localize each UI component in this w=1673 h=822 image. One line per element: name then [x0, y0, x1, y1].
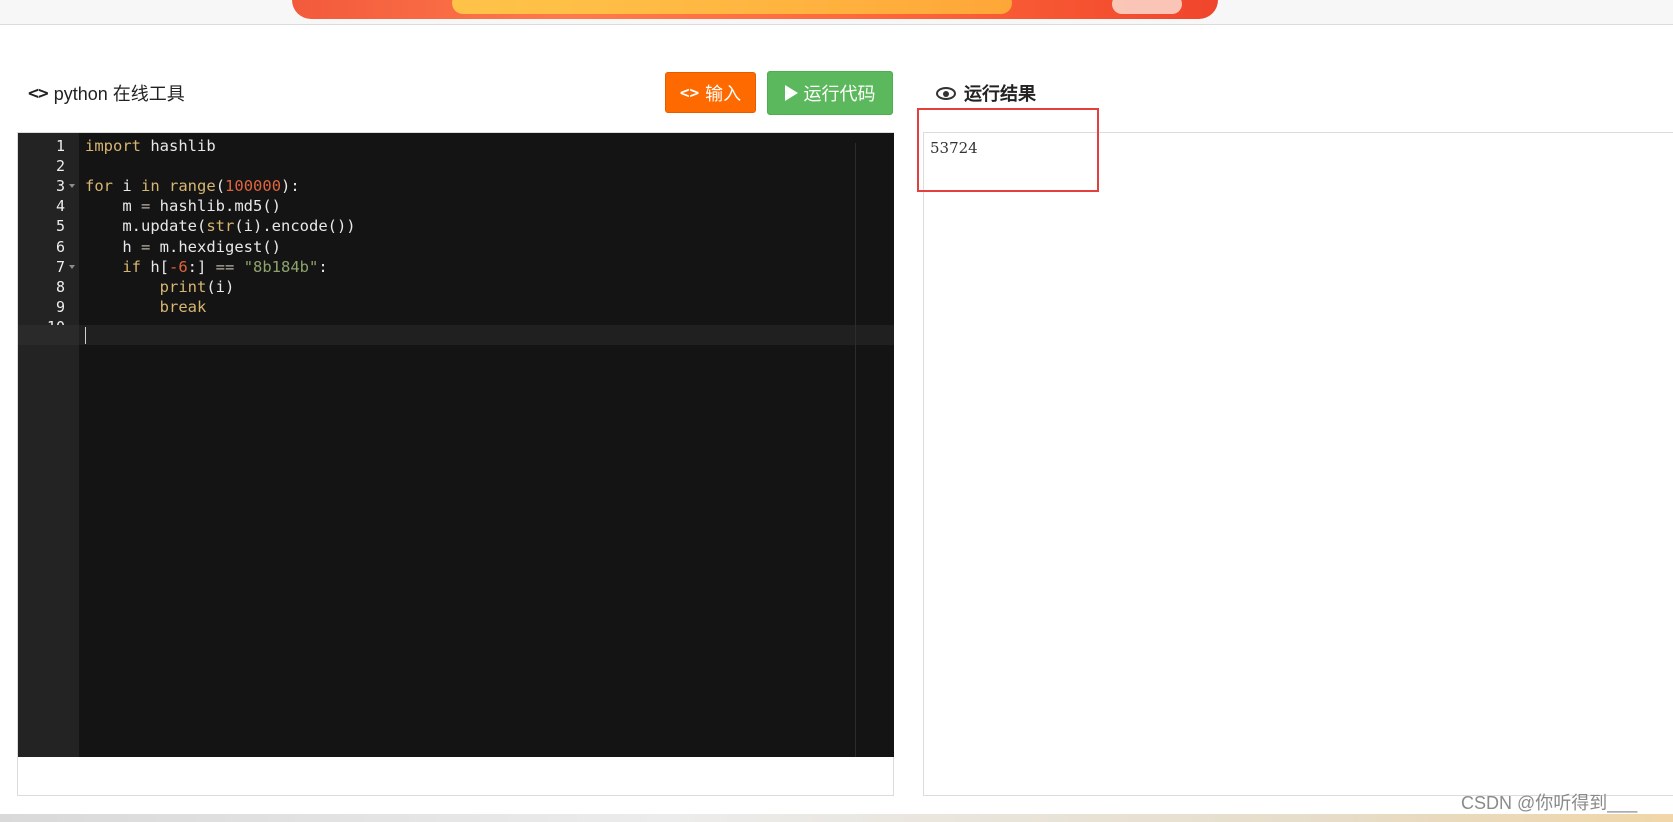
- code-token: m: [85, 197, 141, 216]
- code-token: 100000: [225, 177, 282, 196]
- line-number-gutter: 12345678910: [18, 133, 79, 757]
- code-token: m.update(: [85, 217, 207, 236]
- result-panel: [923, 132, 1673, 796]
- top-banner-strip: [0, 0, 1673, 25]
- code-line: import hashlib: [85, 136, 216, 156]
- code-token: range: [169, 177, 216, 196]
- fold-arrow-icon[interactable]: [69, 264, 75, 269]
- code-token: :]: [187, 257, 216, 276]
- code-token: ==: [215, 257, 235, 276]
- tool-title: <> python 在线工具: [28, 81, 185, 105]
- eye-icon: [936, 86, 956, 100]
- code-token: (: [215, 177, 226, 196]
- tool-title-text: python 在线工具: [53, 84, 185, 104]
- code-token: hashlib: [141, 137, 216, 155]
- line-number: 7: [55, 257, 65, 276]
- code-token: :: [318, 257, 328, 276]
- code-token: (i).encode()): [234, 217, 356, 236]
- text-cursor: [85, 327, 86, 344]
- input-button[interactable]: <> 输入: [665, 72, 756, 113]
- code-token: import: [85, 137, 141, 155]
- code-token: if: [122, 257, 141, 276]
- advertisement-banner[interactable]: [292, 0, 1218, 19]
- line-number: 1: [55, 137, 65, 155]
- code-token: "8b184b": [243, 257, 319, 276]
- annotation-highlight-box: [917, 108, 1099, 192]
- code-line: m = hashlib.md5(): [85, 196, 281, 216]
- code-token: break: [159, 297, 207, 316]
- code-token: h: [85, 237, 141, 256]
- line-number: 6: [55, 237, 65, 256]
- banner-graphic: [452, 0, 1012, 14]
- code-token: ):: [281, 177, 300, 196]
- line-number: 5: [55, 217, 65, 236]
- code-token: hashlib.md5(): [150, 197, 281, 216]
- line-number: 2: [55, 157, 65, 176]
- result-title: 运行结果: [936, 81, 1036, 105]
- run-code-button[interactable]: 运行代码: [767, 71, 893, 115]
- code-token: =: [141, 237, 151, 256]
- line-number: 9: [55, 297, 65, 316]
- code-line: h = m.hexdigest(): [85, 237, 281, 257]
- active-line-highlight: [79, 325, 894, 345]
- line-number: 3: [55, 177, 65, 196]
- result-title-text: 运行结果: [964, 84, 1036, 104]
- banner-graphic-right: [1112, 0, 1182, 14]
- code-editor-container: 12345678910 import hashlibfor i in range…: [17, 132, 894, 796]
- code-token: i: [113, 177, 141, 196]
- active-line-gutter: [18, 325, 79, 345]
- fold-arrow-icon[interactable]: [69, 184, 75, 189]
- code-line: print(i): [85, 277, 235, 297]
- code-line: for i in range(100000):: [85, 176, 300, 196]
- code-token: for: [85, 177, 113, 196]
- code-token: =: [141, 197, 151, 216]
- code-token: in: [141, 177, 160, 196]
- code-brackets-icon: <>: [28, 82, 49, 104]
- code-line: if h[-6:] == "8b184b":: [85, 257, 328, 277]
- code-line: m.update(str(i).encode()): [85, 216, 356, 236]
- line-number: 8: [55, 277, 65, 296]
- code-token: -6: [169, 257, 188, 276]
- code-token: m.hexdigest(): [150, 237, 281, 256]
- watermark: CSDN @你听得到___: [1461, 793, 1638, 813]
- line-number: 4: [55, 197, 65, 216]
- code-brackets-icon: <>: [679, 83, 700, 102]
- code-token: (i): [206, 277, 235, 296]
- code-token: print: [159, 277, 207, 296]
- run-code-button-label: 运行代码: [803, 84, 876, 104]
- bottom-strip: [0, 814, 1673, 822]
- code-editor[interactable]: 12345678910 import hashlibfor i in range…: [18, 133, 894, 757]
- code-line: break: [85, 297, 207, 317]
- print-margin: [855, 143, 856, 757]
- code-token: str: [206, 217, 235, 236]
- code-token: h[: [141, 257, 169, 276]
- play-icon: [784, 85, 798, 101]
- input-button-label: 输入: [705, 83, 742, 104]
